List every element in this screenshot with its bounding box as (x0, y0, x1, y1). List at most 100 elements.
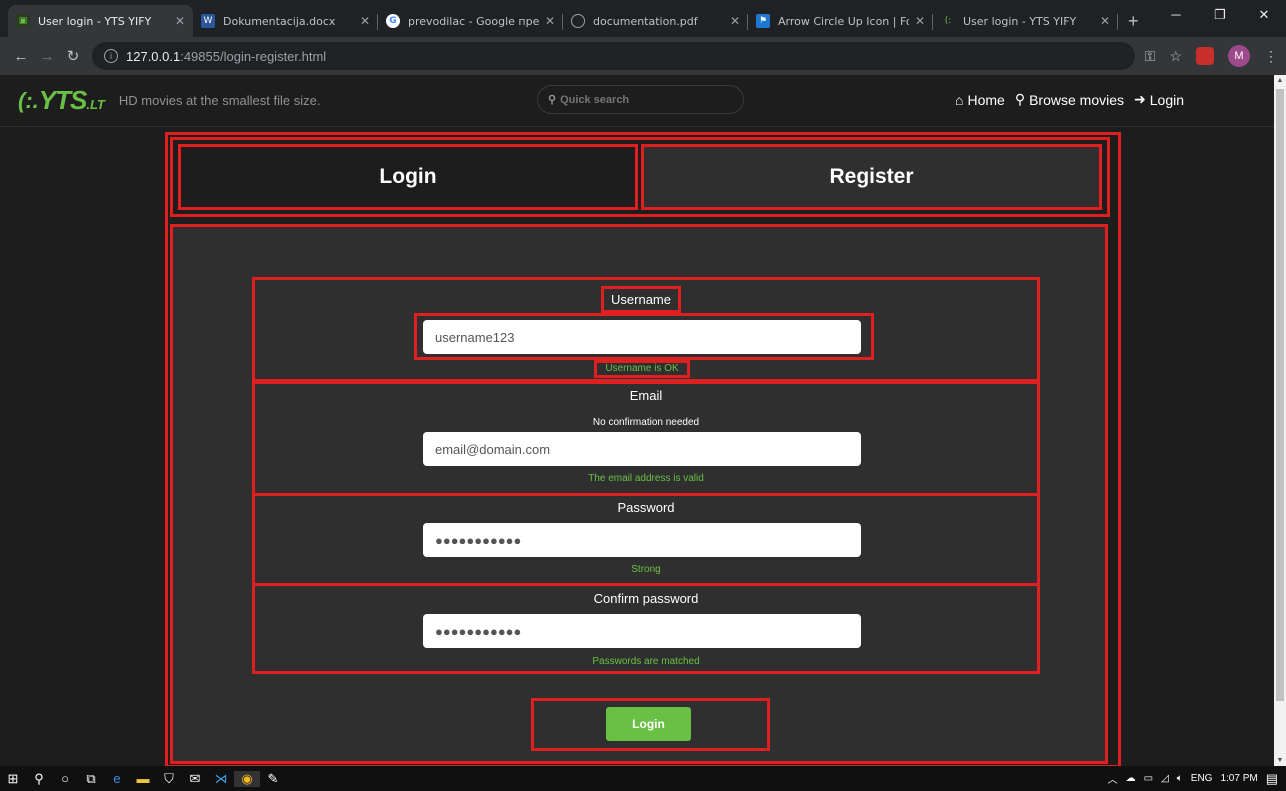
mail-icon[interactable]: ✉ (182, 771, 208, 787)
maximize-icon[interactable]: ❐ (1198, 0, 1242, 30)
password-input[interactable] (423, 523, 861, 557)
tab-register[interactable]: Register (641, 144, 1102, 210)
browser-tab-5[interactable]: ⚑ Arrow Circle Up Icon | Font A ✕ (748, 5, 933, 37)
info-icon[interactable]: i (104, 49, 118, 63)
email-status: The email address is valid (588, 473, 704, 484)
tab-title: Dokumentacija.docx (223, 14, 336, 28)
battery-icon[interactable]: ▭ (1144, 773, 1153, 784)
edge-icon[interactable]: e (104, 771, 130, 786)
nav-browse-movies[interactable]: ⚲ Browse movies (1015, 91, 1124, 108)
browser-tab-4[interactable]: documentation.pdf ✕ (563, 5, 748, 37)
word-favicon-icon: W (201, 14, 215, 28)
chrome-icon[interactable]: ◉ (234, 770, 260, 787)
tab-title: documentation.pdf (593, 14, 698, 28)
search-icon: ⚲ (548, 94, 557, 106)
email-group: Email No confirmation needed The email a… (252, 381, 1040, 496)
top-nav: ⌂ Home ⚲ Browse movies ➜ Login (955, 91, 1184, 108)
main-content: Login Register Username Username is OK E… (0, 127, 1274, 768)
browser-tab-3[interactable]: G prevodilac - Google претра ✕ (378, 5, 563, 37)
logo-mark: (:. (18, 87, 39, 113)
nav-home[interactable]: ⌂ Home (955, 91, 1005, 108)
username-label: Username (601, 286, 681, 313)
email-note: No confirmation needed (592, 417, 700, 428)
close-icon[interactable]: ✕ (730, 14, 740, 28)
windows-start-icon[interactable]: ⊞ (0, 771, 26, 787)
close-window-icon[interactable]: ✕ (1242, 0, 1286, 30)
globe-icon (571, 14, 585, 28)
vscode-icon[interactable]: ⋊ (208, 771, 234, 787)
site-tagline: HD movies at the smallest file size. (118, 93, 321, 108)
site-header: (:. YTS .LT HD movies at the smallest fi… (0, 75, 1274, 127)
new-tab-button[interactable]: + (1118, 5, 1149, 37)
chevron-up-icon[interactable]: ︿ (1108, 771, 1118, 786)
scroll-thumb[interactable] (1276, 89, 1284, 701)
scroll-down-icon[interactable]: ▼ (1274, 757, 1286, 764)
page-scrollbar[interactable]: ▲ ▼ (1274, 75, 1286, 766)
home-icon: ⌂ (955, 91, 964, 108)
logo-name: YTS (38, 85, 88, 115)
confirm-password-label: Confirm password (593, 591, 699, 606)
cortana-icon[interactable]: ○ (52, 771, 78, 786)
app-icon[interactable]: ✎ (260, 771, 286, 787)
search-icon[interactable]: ⚲ (26, 771, 52, 787)
close-icon[interactable]: ✕ (1100, 14, 1110, 28)
nav-home-label: Home (967, 91, 1005, 108)
nav-browse-label: Browse movies (1029, 91, 1125, 108)
yts-favicon-icon: (: (944, 16, 952, 26)
system-tray: ︿ ☁ ▭ ◿ 🔈︎ ENG 1:07 PM ▤ (1108, 766, 1278, 791)
nav-login[interactable]: ➜ Login (1134, 91, 1184, 108)
menu-icon[interactable]: ⋮ (1264, 48, 1278, 65)
window-controls: ─ ❐ ✕ (1154, 0, 1286, 30)
star-icon[interactable]: ☆ (1169, 48, 1182, 65)
onedrive-icon[interactable]: ☁ (1126, 773, 1136, 784)
search-input[interactable] (560, 93, 721, 106)
yts-favicon-icon: ▣ (16, 14, 30, 28)
key-icon[interactable]: ⚿ (1145, 48, 1156, 65)
forward-icon[interactable]: → (34, 48, 60, 65)
network-icon[interactable]: ◿ (1161, 773, 1169, 784)
email-label: Email (629, 388, 663, 403)
browser-toolbar: ← → ↻ i 127.0.0.1:49855/login-register.h… (0, 37, 1286, 75)
sign-in-icon: ➜ (1134, 91, 1146, 107)
username-status: Username is OK (594, 360, 690, 378)
close-icon[interactable]: ✕ (545, 14, 555, 28)
clock[interactable]: 1:07 PM (1220, 773, 1257, 784)
minimize-icon[interactable]: ─ (1154, 0, 1198, 30)
google-favicon-icon: G (386, 14, 400, 28)
close-icon[interactable]: ✕ (915, 14, 925, 28)
back-icon[interactable]: ← (8, 48, 34, 65)
ublock-extension-icon[interactable] (1196, 47, 1214, 65)
taskbar: ⊞ ⚲ ○ ⧉ e ▬ ⛉ ✉ ⋊ ◉ ✎ ︿ ☁ ▭ ◿ 🔈︎ ENG 1:0… (0, 766, 1286, 791)
close-icon[interactable]: ✕ (360, 14, 370, 28)
browser-tab-2[interactable]: W Dokumentacija.docx ✕ (193, 5, 378, 37)
task-view-icon[interactable]: ⧉ (78, 771, 104, 787)
address-bar[interactable]: i 127.0.0.1:49855/login-register.html (92, 42, 1135, 70)
quick-search[interactable]: ⚲ (537, 85, 744, 114)
tab-login[interactable]: Login (178, 144, 638, 210)
email-input[interactable] (423, 432, 861, 466)
reload-icon[interactable]: ↻ (60, 47, 86, 65)
site-logo[interactable]: (:. YTS .LT (18, 85, 105, 116)
nav-login-label: Login (1149, 91, 1185, 108)
browser-tab-strip: ▣ User login - YTS YIFY ✕ W Dokumentacij… (0, 0, 1286, 37)
username-input[interactable] (423, 320, 861, 354)
url-path: :49855/login-register.html (180, 48, 327, 64)
username-group: Username Username is OK (252, 277, 1040, 382)
logo-suffix: .LT (86, 97, 105, 112)
url-host: 127.0.0.1 (126, 48, 181, 64)
scroll-up-icon[interactable]: ▲ (1274, 77, 1286, 84)
notifications-icon[interactable]: ▤ (1266, 771, 1278, 787)
search-icon: ⚲ (1014, 91, 1026, 107)
confirm-password-group: Confirm password Passwords are matched (252, 583, 1040, 674)
browser-tab-6[interactable]: (: User login - YTS YIFY ✕ (933, 5, 1118, 37)
file-explorer-icon[interactable]: ▬ (130, 771, 156, 786)
login-submit-button[interactable]: Login (606, 707, 691, 741)
volume-icon[interactable]: 🔈︎ (1177, 773, 1183, 784)
profile-avatar[interactable]: M (1228, 45, 1250, 67)
browser-tab-1[interactable]: ▣ User login - YTS YIFY ✕ (8, 5, 193, 37)
confirm-password-input[interactable] (423, 614, 861, 648)
language-indicator[interactable]: ENG (1191, 773, 1213, 784)
close-icon[interactable]: ✕ (175, 14, 185, 28)
store-icon[interactable]: ⛉ (156, 771, 182, 787)
password-group: Password Strong (252, 493, 1040, 586)
